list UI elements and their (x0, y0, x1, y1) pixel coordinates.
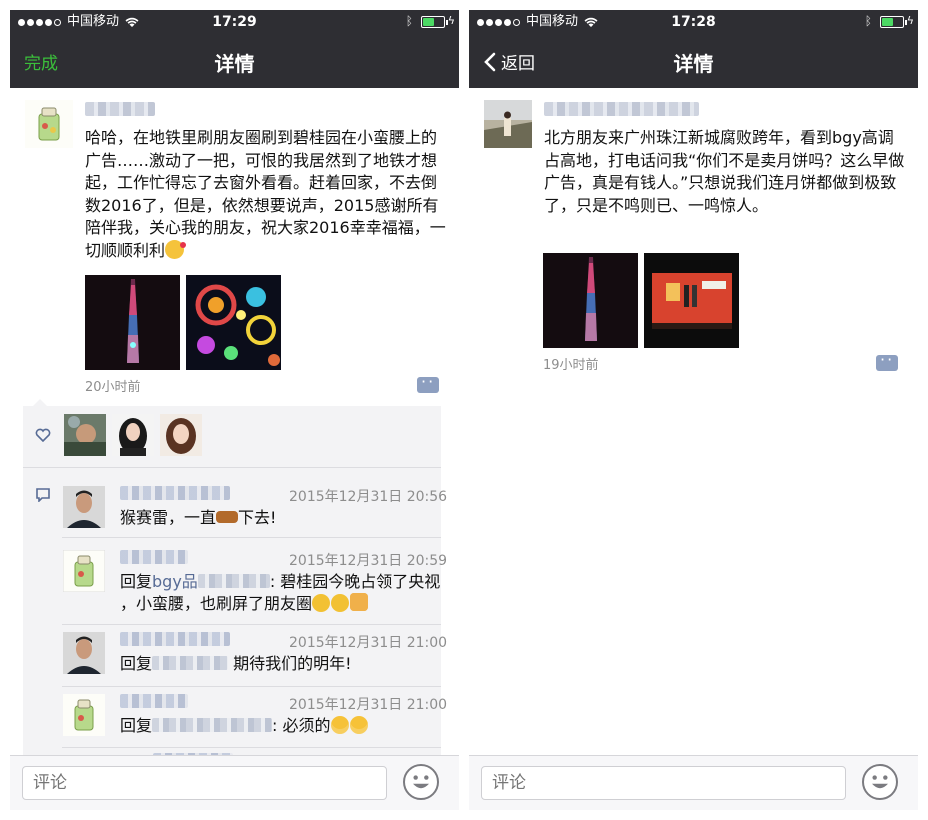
post-image-tower[interactable] (543, 253, 638, 348)
reply-to-name[interactable]: bgy品 (152, 572, 198, 591)
comment-action-icon[interactable] (417, 372, 439, 393)
charging-icon: ϟ (906, 14, 914, 27)
bluetooth-icon: ᛒ (864, 14, 872, 28)
comment-time: 2015年12月31日 21:00 (289, 697, 448, 713)
nav-bar: 完成 详情 (10, 34, 459, 88)
author-avatar[interactable] (484, 100, 532, 148)
comment-bubble-icon (36, 488, 50, 502)
comment-action-icon[interactable] (876, 350, 898, 371)
comment-time: 2015年12月31日 20:59 (289, 553, 448, 569)
post-image-screen[interactable] (644, 253, 739, 348)
divider (62, 747, 441, 748)
author-name[interactable] (544, 102, 699, 116)
comment-text: 回复 期待我们的明年! (120, 654, 352, 673)
comment-text-line2: ，小蛮腰，也刷屏了朋友圈 (120, 593, 369, 615)
likes-comments-panel: 2015年12月31日 20:56 猴赛雷，一直 下去! 2015年12月31日 … (23, 399, 447, 755)
comment-bar (10, 755, 459, 810)
comment-text: 回复bgy品: 碧桂园今晚占领了央视 (120, 572, 441, 591)
emoji-smiley-icon[interactable] (862, 764, 898, 800)
comment-text: 回复: 必须的 (120, 715, 369, 737)
heart-icon (35, 428, 51, 442)
battery-icon (880, 16, 907, 28)
comment-input[interactable] (22, 766, 387, 800)
status-bar: 中国移动 17:29 ᛒ ϟ (10, 10, 459, 34)
liker-avatar[interactable] (64, 414, 106, 456)
author-name[interactable] (85, 102, 155, 116)
status-time: 17:28 (671, 14, 716, 30)
phone-left: 中国移动 17:29 ᛒ ϟ 完成 详情 哈哈，在地铁里刷朋友圈刷到碧桂园在小蛮… (10, 10, 459, 810)
phone-right: 中国移动 17:28 ᛒ ϟ 返回 详情 北方朋友来广州珠江新城腐败跨年，看到b… (469, 10, 918, 810)
divider (62, 686, 441, 687)
battery-icon (421, 16, 448, 28)
comment-input[interactable] (481, 766, 846, 800)
post-detail: 北方朋友来广州珠江新城腐败跨年，看到bgy高调占高地，打电话问我“你们不是卖月饼… (469, 88, 918, 755)
commenter-name[interactable] (120, 632, 230, 646)
author-avatar[interactable] (25, 100, 73, 148)
liker-avatar[interactable] (112, 414, 154, 456)
divider (62, 537, 441, 538)
comment-bar (469, 755, 918, 810)
comment-text: 猴赛雷，一直 下去! (120, 508, 277, 527)
comment-time: 2015年12月31日 21:00 (289, 635, 448, 651)
post-text: 哈哈，在地铁里刷朋友圈刷到碧桂园在小蛮腰上的广告……激动了一把，可恨的我居然到了… (85, 128, 446, 260)
post-text: 北方朋友来广州珠江新城腐败跨年，看到bgy高调占高地，打电话问我“你们不是卖月饼… (544, 128, 905, 215)
post-detail: 哈哈，在地铁里刷朋友圈刷到碧桂园在小蛮腰上的广告……激动了一把，可恨的我居然到了… (10, 88, 459, 755)
emoji-smiley-icon[interactable] (403, 764, 439, 800)
status-bar: 中国移动 17:28 ᛒ ϟ (469, 10, 918, 34)
ox-emoji-icon (216, 511, 239, 523)
nav-bar: 返回 详情 (469, 34, 918, 88)
commenter-avatar[interactable] (63, 694, 105, 736)
commenter-name[interactable] (120, 694, 188, 708)
bluetooth-icon: ᛒ (405, 14, 413, 28)
commenter-name[interactable] (120, 550, 188, 564)
divider (23, 467, 441, 468)
page-title: 详情 (214, 52, 255, 76)
commenter-avatar[interactable] (63, 632, 105, 674)
page-title: 详情 (673, 52, 714, 76)
liker-avatar[interactable] (160, 414, 202, 456)
kiss-emoji-icon (165, 239, 187, 259)
comment-time: 2015年12月31日 20:56 (289, 489, 448, 505)
commenter-avatar[interactable] (63, 486, 105, 528)
post-image-tower[interactable] (85, 275, 180, 370)
charging-icon: ϟ (447, 14, 455, 27)
status-time: 17:29 (212, 14, 257, 30)
post-image-lanterns[interactable] (186, 275, 281, 370)
commenter-name[interactable] (120, 486, 230, 500)
post-time: 19小时前 (543, 358, 599, 373)
commenter-avatar[interactable] (63, 550, 105, 592)
divider (62, 624, 441, 625)
post-time: 20小时前 (85, 380, 141, 395)
